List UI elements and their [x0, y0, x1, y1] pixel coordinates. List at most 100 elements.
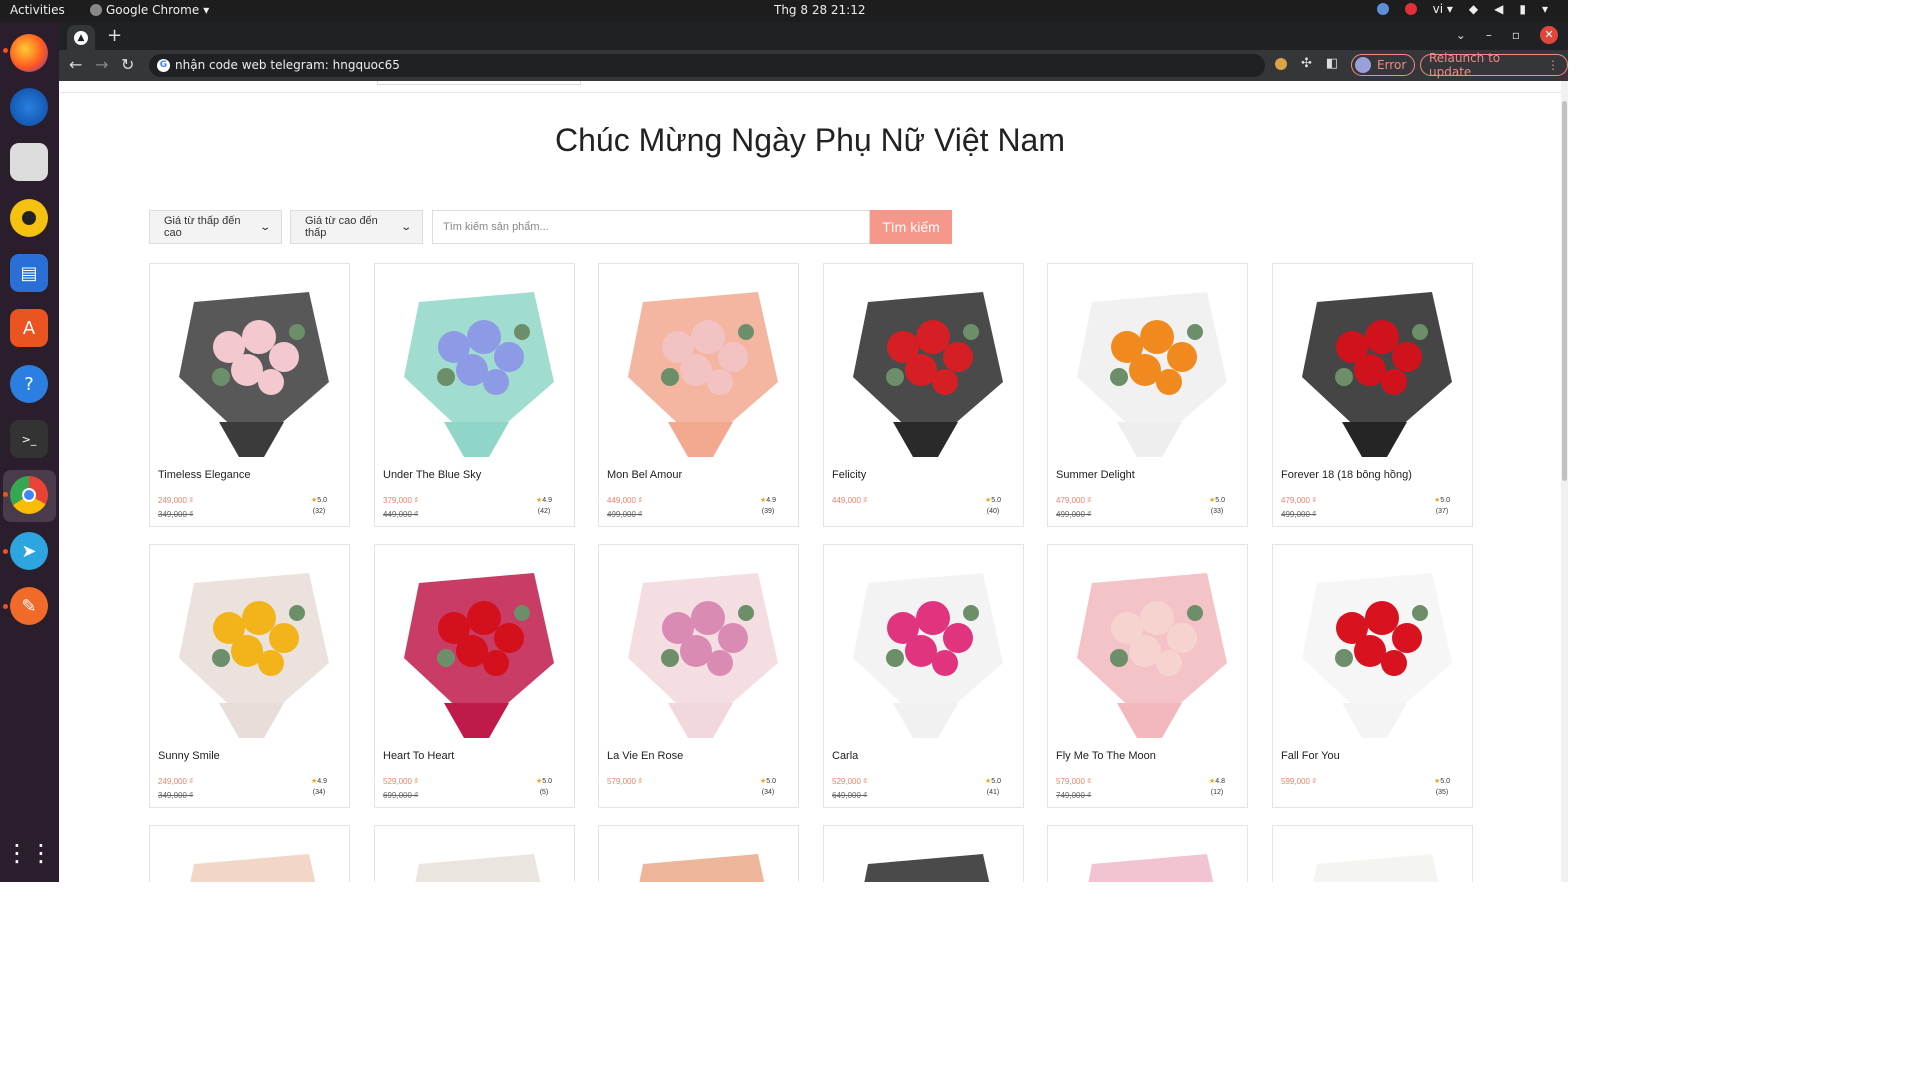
product-card[interactable]: [823, 825, 1024, 882]
product-name[interactable]: Forever 18 (18 bông hồng): [1281, 469, 1412, 481]
forward-icon[interactable]: →: [95, 55, 108, 74]
show-apps-icon[interactable]: ⋮⋮: [5, 834, 53, 872]
rating-value: 5.0: [1215, 497, 1225, 504]
product-card[interactable]: Timeless Elegance 249,000 ₫ 349,000 ₫ ★5.0(…: [149, 263, 350, 527]
sort-desc-select[interactable]: Giá từ cao đến thấp ⌄: [290, 210, 423, 244]
product-image[interactable]: [833, 272, 1016, 462]
product-card[interactable]: [598, 825, 799, 882]
battery-icon[interactable]: ▮: [1519, 2, 1526, 16]
thunderbird-icon[interactable]: [10, 88, 48, 126]
files-icon[interactable]: [10, 143, 48, 181]
scrollbar-thumb[interactable]: [1562, 101, 1567, 481]
system-tray[interactable]: vi ▾ ◆ ◀ ▮ ▾: [1376, 2, 1548, 16]
product-card[interactable]: Heart To Heart 529,000 ₫ 699,000 ₫ ★5.0 (5): [374, 544, 575, 808]
new-tab-button[interactable]: +: [107, 25, 122, 46]
wifi-icon[interactable]: ◆: [1469, 2, 1478, 16]
product-name[interactable]: Timeless Elegance: [158, 469, 251, 481]
product-name[interactable]: Fly Me To The Moon: [1056, 750, 1156, 762]
minimize-button[interactable]: –: [1486, 28, 1492, 42]
page-scrollbar[interactable]: [1561, 81, 1568, 882]
product-card[interactable]: La Vie En Rose 579,000 ₫ ★5.0 (34): [598, 544, 799, 808]
product-name[interactable]: La Vie En Rose: [607, 750, 683, 762]
product-image[interactable]: [159, 834, 342, 882]
product-rating: ★5.0 (40): [985, 495, 1001, 517]
product-card[interactable]: [149, 825, 350, 882]
firefox-icon[interactable]: [10, 34, 48, 72]
product-card[interactable]: Felicity 449,000 ₫ ★5.0 (40): [823, 263, 1024, 527]
language-indicator[interactable]: vi ▾: [1433, 2, 1453, 16]
app-name: Google Chrome: [106, 3, 200, 17]
product-card[interactable]: Fall For You 599,000 ₫ ★5.0 (35): [1272, 544, 1473, 808]
product-card[interactable]: Mon Bel Amour 449,000 ₫ 499,000 ₫ ★4.9 (39): [598, 263, 799, 527]
product-image[interactable]: [384, 272, 567, 462]
product-image[interactable]: [1282, 834, 1465, 882]
close-button[interactable]: ✕: [1540, 26, 1558, 44]
address-bar[interactable]: G nhận code web telegram: hngquoc65: [149, 54, 1265, 77]
product-card[interactable]: Summer Delight 479,000 ₫ 499,000 ₫ ★5.0 (33): [1047, 263, 1248, 527]
product-card[interactable]: Forever 18 (18 bông hồng) 479,000 ₫ 499,00…: [1272, 263, 1473, 527]
maximize-button[interactable]: ▫: [1512, 28, 1520, 42]
product-name[interactable]: Felicity: [832, 469, 866, 481]
telegram-icon[interactable]: ➤: [10, 532, 48, 570]
product-image[interactable]: [608, 272, 791, 462]
vpn-icon[interactable]: [1376, 3, 1389, 15]
side-panel-icon[interactable]: ◧: [1326, 56, 1338, 71]
relaunch-button[interactable]: Relaunch to update ⋮: [1420, 51, 1568, 79]
product-name[interactable]: Sunny Smile: [158, 750, 220, 762]
reload-icon[interactable]: ↻: [121, 55, 134, 74]
app-menu[interactable]: Google Chrome ▾: [90, 3, 209, 17]
product-image[interactable]: [1057, 272, 1240, 462]
profile-error-button[interactable]: Error: [1351, 54, 1416, 76]
tab-search-icon[interactable]: ⌄: [1456, 28, 1466, 42]
review-count: (42): [537, 508, 551, 515]
power-menu-icon[interactable]: ▾: [1542, 2, 1548, 16]
terminal-icon[interactable]: >_: [10, 420, 48, 458]
product-image[interactable]: [1057, 553, 1240, 743]
product-image[interactable]: [384, 553, 567, 743]
product-name[interactable]: Under The Blue Sky: [383, 469, 481, 481]
product-image[interactable]: [1057, 834, 1240, 882]
chrome-icon[interactable]: [10, 476, 48, 514]
kebab-menu-icon[interactable]: ⋮: [1547, 58, 1559, 72]
help-icon[interactable]: ?: [10, 365, 48, 403]
do-not-disturb-icon[interactable]: [1404, 3, 1417, 15]
product-card[interactable]: Carla 529,000 ₫ 649,000 ₫ ★5.0 (41): [823, 544, 1024, 808]
product-card[interactable]: [374, 825, 575, 882]
product-image[interactable]: [159, 553, 342, 743]
product-card[interactable]: [1272, 825, 1473, 882]
product-name[interactable]: Summer Delight: [1056, 469, 1135, 481]
product-image[interactable]: [1282, 272, 1465, 462]
product-name[interactable]: Heart To Heart: [383, 750, 454, 762]
active-tab[interactable]: ▲: [67, 25, 95, 50]
product-image[interactable]: [159, 272, 342, 462]
extensions-puzzle-icon[interactable]: ✣: [1301, 56, 1312, 71]
product-card[interactable]: Under The Blue Sky 379,000 ₫ 449,000 ₫ ★4.9…: [374, 263, 575, 527]
product-rating: ★5.0 (34): [760, 776, 776, 798]
search-input[interactable]: Tìm kiếm sản phẩm...: [432, 210, 870, 244]
product-image[interactable]: [608, 834, 791, 882]
writer-icon[interactable]: ▤: [10, 254, 48, 292]
address-text: nhận code web telegram: hngquoc65: [175, 58, 400, 72]
product-image[interactable]: [1282, 553, 1465, 743]
product-image[interactable]: [833, 834, 1016, 882]
product-card[interactable]: Fly Me To The Moon 579,000 ₫ 749,000 ₫ ★4.8…: [1047, 544, 1248, 808]
activities-button[interactable]: Activities: [10, 3, 65, 17]
postman-icon[interactable]: ✎: [10, 587, 48, 625]
clock[interactable]: Thg 8 28 21:12: [774, 3, 865, 17]
cookie-extension-icon[interactable]: [1275, 58, 1287, 70]
product-name[interactable]: Fall For You: [1281, 750, 1340, 762]
product-name[interactable]: Carla: [832, 750, 858, 762]
product-card[interactable]: [1047, 825, 1248, 882]
sort-asc-select[interactable]: Giá từ thấp đến cao ⌄: [149, 210, 282, 244]
rhythmbox-icon[interactable]: [10, 199, 48, 237]
product-image[interactable]: [608, 553, 791, 743]
back-icon[interactable]: ←: [69, 55, 82, 74]
product-name[interactable]: Mon Bel Amour: [607, 469, 682, 481]
product-image[interactable]: [833, 553, 1016, 743]
product-card[interactable]: Sunny Smile 249,000 ₫ 349,000 ₫ ★4.9 (34): [149, 544, 350, 808]
software-center-icon[interactable]: A: [10, 309, 48, 347]
search-button[interactable]: Tìm kiếm: [870, 210, 952, 244]
product-image[interactable]: [384, 834, 567, 882]
browser-toolbar: ← → ↻ G nhận code web telegram: hngquoc6…: [59, 50, 1568, 81]
volume-icon[interactable]: ◀: [1494, 2, 1503, 16]
